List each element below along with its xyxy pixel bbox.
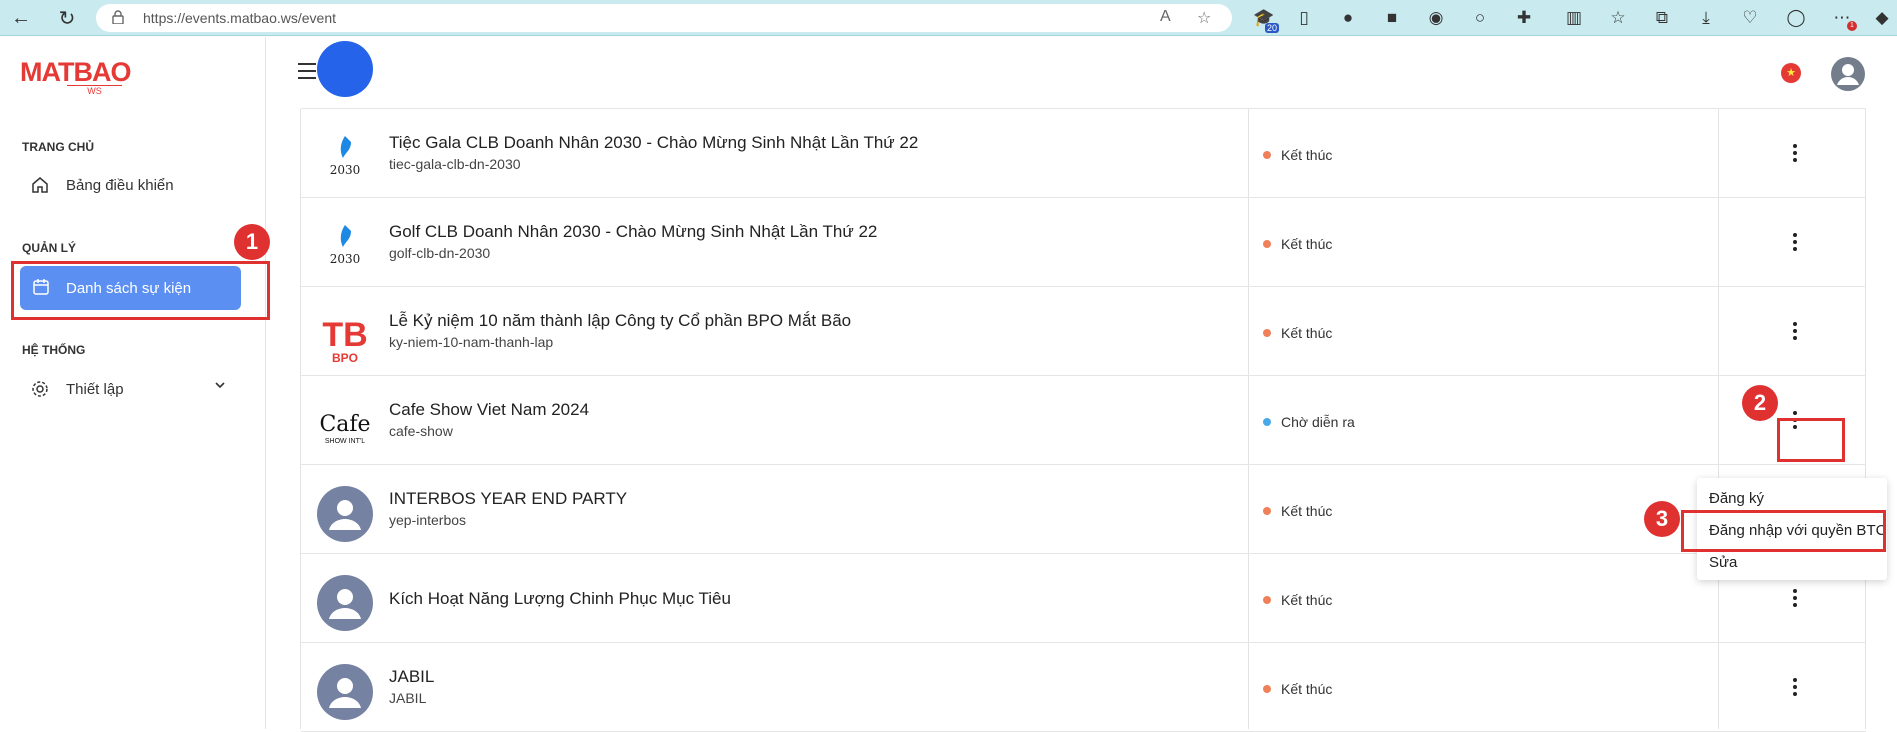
event-title[interactable]: JABIL (389, 667, 434, 687)
refresh-button[interactable]: ↻ (52, 4, 82, 32)
sidebar-item-dashboard[interactable]: Bảng điều khiển (30, 172, 174, 198)
home-icon (30, 175, 50, 195)
event-thumbnail (317, 575, 373, 631)
event-slug: golf-clb-dn-2030 (389, 245, 491, 261)
table-row[interactable]: TB BPO Lễ Kỷ niệm 10 năm thành lập Công t… (301, 287, 1866, 376)
event-thumbnail (317, 41, 373, 97)
table-row[interactable]: Kích Hoạt Năng Lượng Chinh Phục Mục Tiêu… (301, 554, 1866, 643)
more-vertical-icon[interactable] (1785, 139, 1805, 167)
events-table: 2030 Tiệc Gala CLB Doanh Nhân 2030 - Chà… (300, 41, 1866, 732)
event-thumbnail: Cafe SHOW INT'L (317, 397, 373, 453)
sidebar: MATBAO WS TRANG CHỦ Bảng điều khiển QUẢN… (0, 37, 266, 729)
event-title[interactable]: Lễ Kỷ niệm 10 năm thành lập Công ty Cổ p… (389, 311, 851, 331)
event-thumbnail: 2030 (317, 130, 373, 186)
event-title[interactable]: INTERBOS YEAR END PARTY (389, 489, 627, 509)
chevron-down-icon (214, 378, 226, 395)
annotation-badge-3: 3 (1644, 501, 1680, 537)
sidebar-item-settings[interactable]: Thiết lập (30, 376, 230, 402)
event-slug: JABIL (389, 690, 427, 706)
more-vertical-icon[interactable] (1785, 584, 1805, 612)
annotation-badge-1: 1 (234, 224, 270, 260)
event-title[interactable]: Tiệc Gala CLB Doanh Nhân 2030 - Chào Mừn… (389, 133, 918, 153)
section-title-manage: QUẢN LÝ (22, 241, 76, 255)
table-row[interactable]: JABIL JABIL Kết thúc (301, 643, 1866, 732)
event-title[interactable]: Kích Hoạt Năng Lượng Chinh Phục Mục Tiêu (389, 589, 731, 609)
menu-item-register[interactable]: Đăng ký (1709, 490, 1764, 507)
status-badge: Chờ diễn ra (1263, 414, 1355, 430)
table-row[interactable] (301, 20, 1866, 109)
table-row[interactable]: 2030 Tiệc Gala CLB Doanh Nhân 2030 - Chà… (301, 109, 1866, 198)
annotation-box-1 (11, 261, 270, 320)
sidebar-item-label: Thiết lập (66, 380, 124, 398)
event-slug: yep-interbos (389, 512, 467, 528)
more-vertical-icon[interactable] (1785, 228, 1805, 256)
status-badge: Kết thúc (1263, 503, 1332, 519)
svg-text:Cafe: Cafe (319, 412, 370, 437)
event-thumbnail (317, 664, 373, 720)
event-slug: cafe-show (389, 423, 453, 439)
more-vertical-icon[interactable] (1785, 673, 1805, 701)
table-row[interactable]: INTERBOS YEAR END PARTY yep-interbos Kết… (301, 465, 1866, 554)
svg-text:TB: TB (322, 316, 367, 354)
table-row[interactable]: Cafe SHOW INT'L Cafe Show Viet Nam 2024 c… (301, 376, 1866, 465)
more-vertical-icon[interactable] (1785, 317, 1805, 345)
matbao-logo[interactable]: MATBAO WS (20, 57, 131, 96)
status-badge: Kết thúc (1263, 592, 1332, 608)
back-button[interactable]: ← (6, 4, 36, 32)
status-badge: Kết thúc (1263, 325, 1332, 341)
event-title[interactable]: Cafe Show Viet Nam 2024 (389, 400, 589, 420)
lock-icon (112, 10, 124, 24)
event-thumbnail: 2030 (317, 219, 373, 275)
menu-item-edit[interactable]: Sửa (1709, 554, 1737, 571)
event-thumbnail (317, 486, 373, 542)
gear-icon (30, 379, 50, 399)
section-title-home: TRANG CHỦ (22, 140, 94, 154)
event-slug: ky-niem-10-nam-thanh-lap (389, 334, 554, 350)
status-badge: Kết thúc (1263, 236, 1332, 252)
svg-text:2030: 2030 (330, 163, 361, 177)
section-title-system: HỆ THỐNG (22, 343, 86, 357)
copilot-icon[interactable]: ◆ (1870, 6, 1894, 30)
svg-text:SHOW INT'L: SHOW INT'L (325, 438, 365, 445)
annotation-badge-2: 2 (1742, 385, 1778, 421)
status-badge: Kết thúc (1263, 681, 1332, 697)
event-slug: tiec-gala-clb-dn-2030 (389, 156, 521, 172)
annotation-box-3 (1681, 510, 1886, 552)
table-row[interactable]: 2030 Golf CLB Doanh Nhân 2030 - Chào Mừn… (301, 198, 1866, 287)
svg-text:2030: 2030 (330, 252, 361, 266)
event-title[interactable]: Golf CLB Doanh Nhân 2030 - Chào Mừng Sin… (389, 222, 877, 242)
status-badge: Kết thúc (1263, 147, 1332, 163)
event-thumbnail: TB BPO (317, 308, 373, 365)
sidebar-item-label: Bảng điều khiển (66, 176, 174, 194)
annotation-box-2 (1777, 418, 1845, 462)
svg-text:BPO: BPO (332, 351, 358, 364)
